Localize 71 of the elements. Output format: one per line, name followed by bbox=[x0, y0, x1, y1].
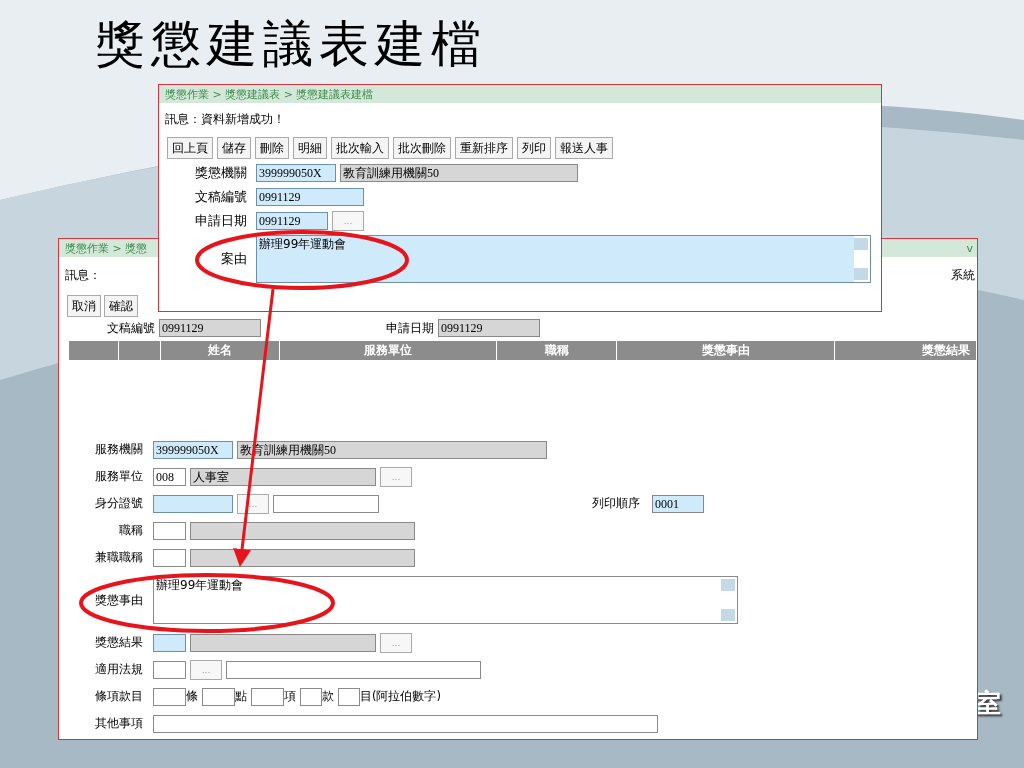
field-label: 職稱 bbox=[118, 522, 143, 539]
input-field[interactable]: 008 bbox=[153, 467, 186, 486]
input-field[interactable] bbox=[190, 521, 415, 540]
unit-label: 項 bbox=[284, 689, 296, 704]
input-field[interactable]: 0001 bbox=[652, 494, 704, 513]
breadcrumb[interactable]: 獎懲作業 > 獎懲 bbox=[65, 240, 148, 256]
field-label: 列印順序 bbox=[592, 495, 640, 512]
field-label: 文稿編號 bbox=[107, 319, 155, 337]
unit-label: 款 bbox=[322, 689, 334, 704]
input-field[interactable] bbox=[153, 521, 186, 540]
status-message: 訊息：資料新增成功！ bbox=[165, 111, 285, 128]
toolbar-button[interactable]: 重新排序 bbox=[455, 137, 513, 159]
toolbar-button[interactable]: 列印 bbox=[517, 137, 551, 159]
input-field[interactable] bbox=[153, 548, 186, 567]
input-field[interactable]: 399999050X bbox=[153, 440, 233, 459]
unit-label: 條 bbox=[186, 689, 198, 704]
field-label: 條項款目 bbox=[94, 688, 143, 705]
toolbar-button[interactable]: 儲存 bbox=[217, 137, 251, 159]
input-field[interactable] bbox=[251, 687, 284, 706]
input-field[interactable] bbox=[153, 714, 658, 733]
unit-label: 點 bbox=[235, 689, 247, 704]
toolbar-button[interactable]: 明細 bbox=[293, 137, 327, 159]
system-text: 系統 bbox=[951, 267, 975, 284]
input-field[interactable]: 0991129 bbox=[256, 188, 364, 206]
input-field[interactable] bbox=[338, 687, 360, 706]
breadcrumb[interactable]: 獎懲作業 > 獎懲建議表 > 獎懲建議表建檔 bbox=[165, 86, 374, 102]
toolbar-button[interactable]: 確認 bbox=[104, 295, 138, 317]
input-field[interactable] bbox=[300, 687, 322, 706]
text-area[interactable]: 辦理99年運動會 bbox=[256, 235, 871, 283]
input-field[interactable] bbox=[190, 548, 415, 567]
field-label: 身分證號 bbox=[94, 495, 143, 512]
field-label: 其他事項 bbox=[94, 715, 143, 732]
scroll-bar[interactable] bbox=[721, 577, 737, 623]
toolbar-button[interactable]: 取消 bbox=[67, 295, 101, 317]
input-field[interactable] bbox=[273, 494, 379, 513]
scroll-bar[interactable] bbox=[854, 236, 870, 282]
field-label: 獎懲事由 bbox=[94, 591, 143, 609]
unit-label: 目(阿拉伯數字) bbox=[360, 689, 441, 704]
field-label: 申請日期 bbox=[194, 212, 247, 230]
input-field[interactable]: 教育訓練用機關50 bbox=[340, 164, 578, 182]
text-area[interactable]: 辦理99年運動會 bbox=[153, 576, 738, 624]
field-label: 獎懲機關 bbox=[194, 164, 247, 182]
input-field[interactable] bbox=[190, 633, 376, 652]
input-field[interactable]: 0991129 bbox=[438, 319, 540, 337]
field-label: 文稿編號 bbox=[194, 188, 247, 206]
field-label: 案由 bbox=[220, 250, 247, 268]
field-label: 適用法規 bbox=[94, 661, 143, 678]
input-field[interactable] bbox=[153, 660, 186, 679]
input-field[interactable] bbox=[226, 660, 481, 679]
input-field[interactable]: 0991129 bbox=[159, 319, 261, 337]
input-field[interactable]: 399999050X bbox=[256, 164, 336, 182]
field-label: 申請日期 bbox=[386, 319, 434, 337]
text-area-value: 辦理99年運動會 bbox=[259, 236, 347, 253]
text-area-value: 辦理99年運動會 bbox=[156, 577, 244, 594]
toolbar-button[interactable]: 批次輸入 bbox=[331, 137, 389, 159]
toolbar-button[interactable]: 回上頁 bbox=[167, 137, 213, 159]
field-label: 服務單位 bbox=[94, 468, 143, 485]
input-field[interactable] bbox=[153, 687, 186, 706]
field-label: 服務機關 bbox=[94, 441, 143, 458]
input-field[interactable]: 人事室 bbox=[190, 467, 376, 486]
toolbar-button[interactable]: 批次刪除 bbox=[393, 137, 451, 159]
field-label: 獎懲結果 bbox=[94, 634, 143, 651]
field-label: 兼職職稱 bbox=[94, 549, 143, 566]
input-field[interactable] bbox=[153, 633, 186, 652]
toolbar-button[interactable]: 刪除 bbox=[255, 137, 289, 159]
input-field[interactable]: 0991129 bbox=[256, 212, 328, 230]
toolbar-button[interactable]: 報送人事 bbox=[555, 137, 613, 159]
input-field[interactable] bbox=[153, 494, 233, 513]
input-field[interactable] bbox=[202, 687, 235, 706]
slide-title: 獎懲建議表建檔 bbox=[95, 15, 487, 74]
message-label: 訊息： bbox=[65, 267, 101, 284]
